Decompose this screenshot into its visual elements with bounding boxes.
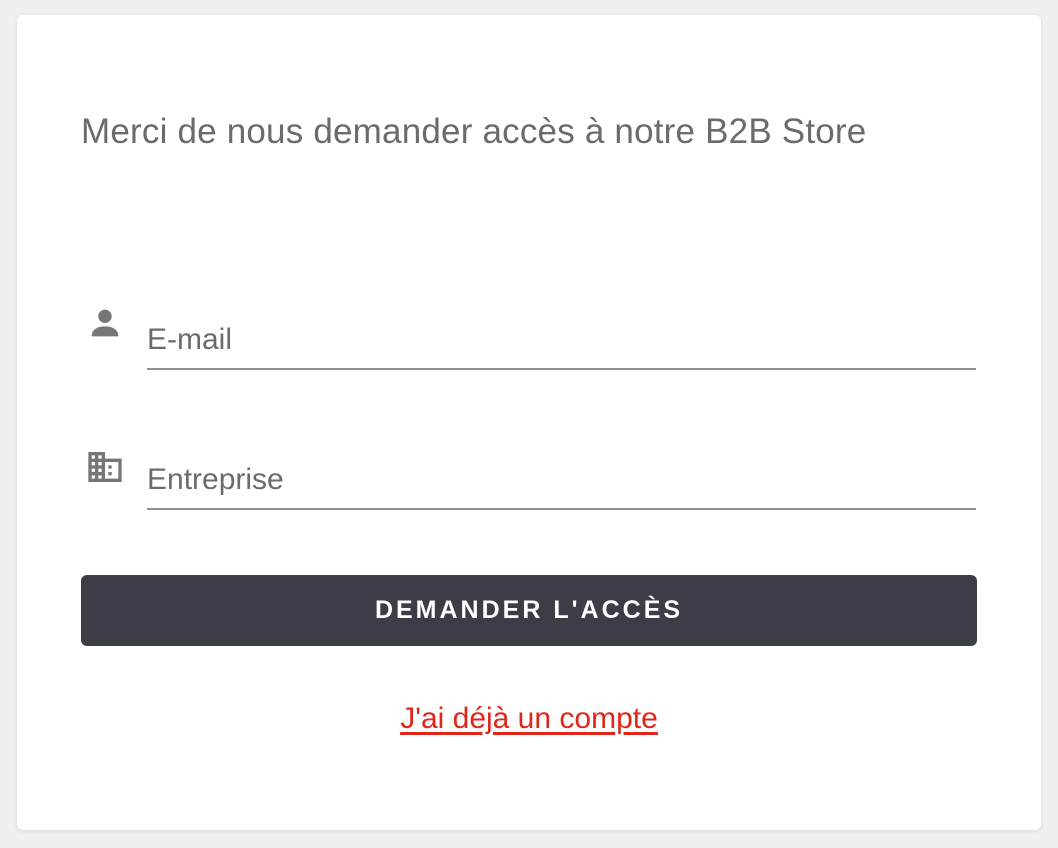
building-icon xyxy=(85,447,125,487)
company-field[interactable] xyxy=(147,452,976,510)
form-title: Merci de nous demander accès à notre B2B… xyxy=(81,112,867,151)
email-input[interactable] xyxy=(147,312,976,368)
access-request-card: Merci de nous demander accès à notre B2B… xyxy=(17,15,1041,830)
login-link-container: J'ai déjà un compte xyxy=(17,702,1041,736)
company-input[interactable] xyxy=(147,452,976,508)
request-access-button[interactable]: DEMANDER L'ACCÈS xyxy=(81,575,977,646)
existing-account-link[interactable]: J'ai déjà un compte xyxy=(400,702,658,735)
person-icon xyxy=(85,303,125,343)
email-field[interactable] xyxy=(147,312,976,370)
